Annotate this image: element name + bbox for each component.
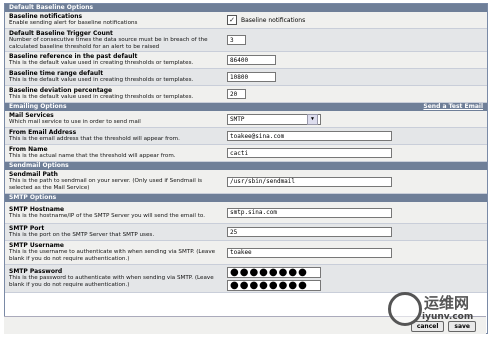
smtp-username-row: SMTP Username This is the username to aut…	[5, 241, 487, 265]
baseline-notifications-label: Baseline notifications	[241, 16, 306, 24]
sendmail-path-input[interactable]	[227, 176, 392, 187]
watermark-circle-icon	[388, 292, 422, 326]
baseline-range-input[interactable]	[227, 72, 276, 82]
baseline-deviation-row: Baseline deviation percentage This is the…	[5, 86, 487, 103]
smtp-port-input[interactable]	[227, 227, 392, 237]
section-header-sendmail: Sendmail Options	[5, 162, 487, 170]
smtp-password-input[interactable]: ●●●●●●●●	[227, 266, 321, 278]
from-email-row: From Email Address This is the email addr…	[5, 128, 487, 145]
baseline-range-row: Baseline time range default This is the d…	[5, 69, 487, 86]
smtp-port-row: SMTP Port This is the port on the SMTP Se…	[5, 224, 487, 241]
baseline-notifications-checkbox[interactable]: ✓	[227, 15, 237, 25]
mail-services-select[interactable]: SMTP ▼	[227, 113, 321, 125]
watermark-logo: 运维网 iyunv.com	[388, 290, 484, 332]
from-email-input[interactable]	[227, 131, 392, 141]
sendmail-path-row: Sendmail Path This is the path to sendmai…	[5, 170, 487, 194]
baseline-reference-input[interactable]	[227, 55, 276, 65]
section-header-smtp: SMTP Options	[5, 194, 487, 202]
baseline-deviation-input[interactable]	[227, 89, 246, 99]
from-name-row: From Name This is the actual name that th…	[5, 145, 487, 162]
section-header-baseline: Default Baseline Options	[5, 4, 487, 12]
smtp-username-input[interactable]	[227, 247, 392, 258]
smtp-hostname-row: SMTP Hostname This is the hostname/IP of …	[5, 202, 487, 224]
from-name-input[interactable]	[227, 148, 392, 158]
send-test-email-link[interactable]: Send a Test Email	[423, 103, 483, 111]
smtp-password-row: SMTP Password This is the password to aut…	[5, 265, 487, 293]
section-header-emailing: Emailing Options Send a Test Email	[5, 103, 487, 111]
trigger-count-input[interactable]	[227, 35, 246, 45]
chevron-down-icon: ▼	[307, 113, 318, 125]
smtp-hostname-input[interactable]	[227, 207, 392, 218]
baseline-reference-row: Baseline reference in the past default Th…	[5, 52, 487, 69]
baseline-notifications-row: Baseline notifications Enable sending ale…	[5, 12, 487, 29]
smtp-password-confirm-input[interactable]: ●●●●●●●●	[227, 279, 321, 291]
trigger-count-row: Default Baseline Trigger Count Number of …	[5, 29, 487, 52]
mail-services-row: Mail Services Which mail service to use i…	[5, 111, 487, 128]
settings-panel: Default Baseline Options Baseline notifi…	[4, 3, 488, 334]
